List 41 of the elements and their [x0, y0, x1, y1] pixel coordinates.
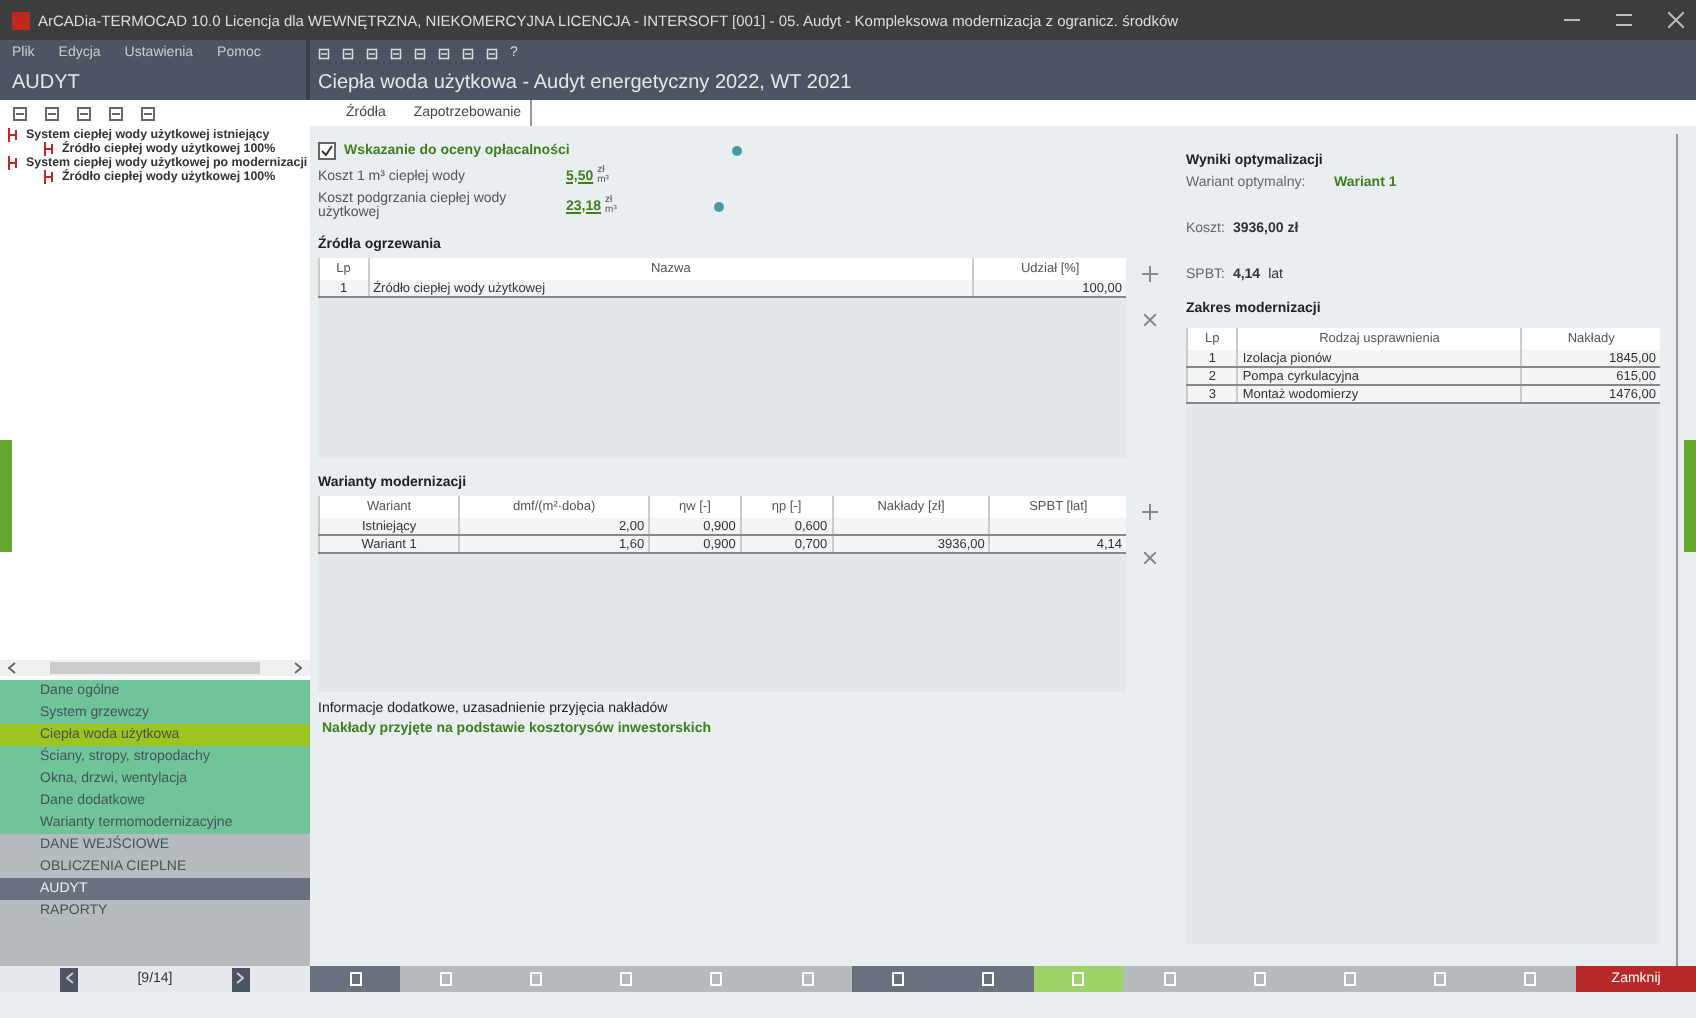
- toolbar-icon[interactable]: [44, 106, 60, 122]
- next-button[interactable]: [231, 967, 250, 991]
- document-icon: [620, 972, 633, 986]
- toolbar-button[interactable]: [310, 966, 401, 992]
- toolbar-button[interactable]: [943, 966, 1034, 992]
- document-icon: [710, 972, 723, 986]
- checkbox[interactable]: [318, 142, 336, 160]
- tree-node-icon: [44, 142, 58, 156]
- scroll-left-icon[interactable]: [8, 662, 16, 674]
- scroll-right-icon[interactable]: [294, 662, 302, 674]
- scrollbar-thumb[interactable]: [50, 662, 260, 674]
- app-logo-icon: [12, 11, 30, 29]
- document-icon: [1344, 972, 1357, 986]
- chevron-right-icon[interactable]: [236, 971, 245, 983]
- toolbar-icon[interactable]: [140, 106, 156, 122]
- document-icon: [801, 972, 814, 986]
- close-icon[interactable]: [1668, 12, 1684, 28]
- document-icon: [891, 972, 904, 986]
- document-icon: [349, 972, 362, 986]
- side-handle[interactable]: [1684, 440, 1696, 552]
- tree-node-icon: [44, 170, 58, 184]
- maximize-icon[interactable]: [1616, 12, 1632, 28]
- document-icon: [1524, 972, 1537, 986]
- page-title: Ciepła woda użytkowa - Audyt energetyczny 2022, WT 2021: [318, 72, 854, 94]
- document-icon: [439, 972, 452, 986]
- document-icon: [1253, 972, 1266, 986]
- toolbar-icon[interactable]: [108, 106, 124, 122]
- info-icon[interactable]: [732, 146, 742, 156]
- info-icon[interactable]: [714, 201, 724, 211]
- tree-node-icon: [8, 128, 22, 142]
- tree-node-icon: [8, 156, 22, 170]
- chevron-left-icon[interactable]: [65, 971, 73, 983]
- document-icon: [1072, 972, 1085, 986]
- document-icon: [982, 972, 995, 986]
- document-icon: [1163, 972, 1176, 986]
- document-icon: [530, 972, 543, 986]
- side-handle[interactable]: [0, 440, 12, 552]
- document-icon: [1434, 972, 1447, 986]
- toolbar-button[interactable]: [852, 966, 944, 992]
- previous-button[interactable]: [60, 967, 78, 991]
- module-title: AUDYT: [12, 72, 82, 94]
